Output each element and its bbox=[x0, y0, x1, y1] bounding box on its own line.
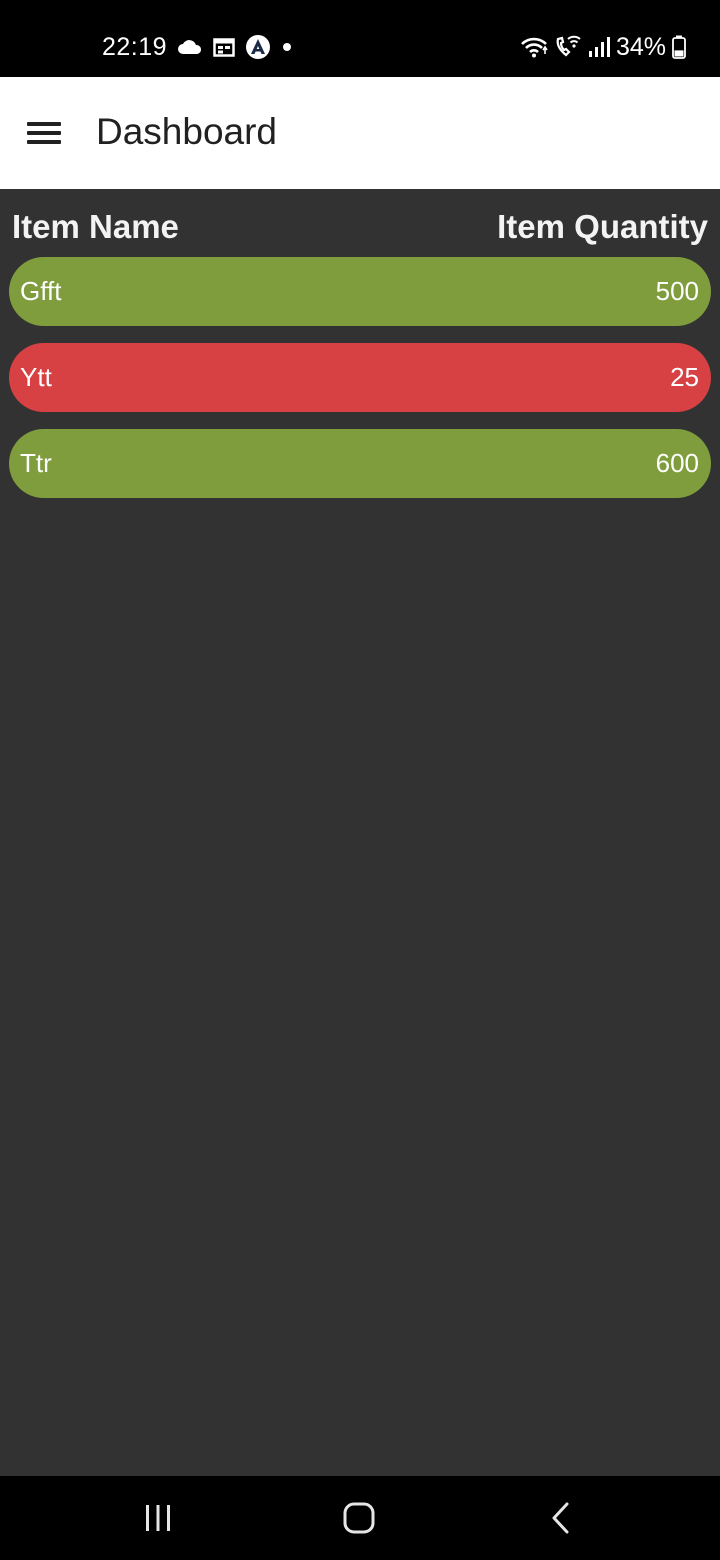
table-header: Item Name Item Quantity bbox=[12, 207, 708, 247]
hamburger-menu-icon[interactable] bbox=[26, 117, 62, 149]
calendar-icon bbox=[213, 37, 235, 57]
cloud-icon bbox=[177, 39, 203, 55]
back-icon[interactable] bbox=[531, 1496, 591, 1540]
wifi-call-icon bbox=[554, 35, 582, 59]
menu-line bbox=[27, 140, 61, 144]
menu-line bbox=[27, 122, 61, 126]
item-quantity: 25 bbox=[670, 362, 699, 392]
item-name: Ttr bbox=[20, 448, 52, 478]
item-quantity: 500 bbox=[655, 276, 699, 306]
page-title: Dashboard bbox=[96, 111, 278, 152]
item-row[interactable]: Ttr 600 bbox=[9, 429, 711, 498]
menu-line bbox=[27, 131, 61, 135]
battery-icon bbox=[672, 35, 686, 59]
item-row[interactable]: Gfft 500 bbox=[9, 257, 711, 326]
home-icon[interactable] bbox=[329, 1496, 389, 1540]
status-time: 22:19 bbox=[102, 32, 168, 61]
item-name: Ytt bbox=[20, 362, 52, 392]
header-item-quantity: Item Quantity bbox=[497, 208, 708, 245]
recent-apps-icon[interactable] bbox=[128, 1496, 188, 1540]
status-right: 34% bbox=[520, 30, 686, 64]
notification-dot-icon bbox=[281, 41, 293, 53]
item-name: Gfft bbox=[20, 276, 62, 306]
wifi-icon bbox=[520, 36, 548, 58]
status-left: 22:19 bbox=[102, 30, 293, 64]
header-item-name: Item Name bbox=[12, 208, 179, 245]
navigation-bar bbox=[0, 1476, 720, 1560]
battery-percent: 34% bbox=[615, 32, 666, 61]
status-bar: 22:19 34% bbox=[0, 0, 720, 77]
app-bar: Dashboard bbox=[0, 77, 720, 189]
item-quantity: 600 bbox=[655, 448, 699, 478]
dashboard-content: Item Name Item Quantity Gfft 500 Ytt 25 … bbox=[0, 189, 720, 1476]
item-row[interactable]: Ytt 25 bbox=[9, 343, 711, 412]
arc-app-icon bbox=[245, 34, 271, 60]
screen: 22:19 34% Dashboard Item Name Item Quant… bbox=[0, 0, 720, 1560]
signal-icon bbox=[588, 36, 610, 58]
